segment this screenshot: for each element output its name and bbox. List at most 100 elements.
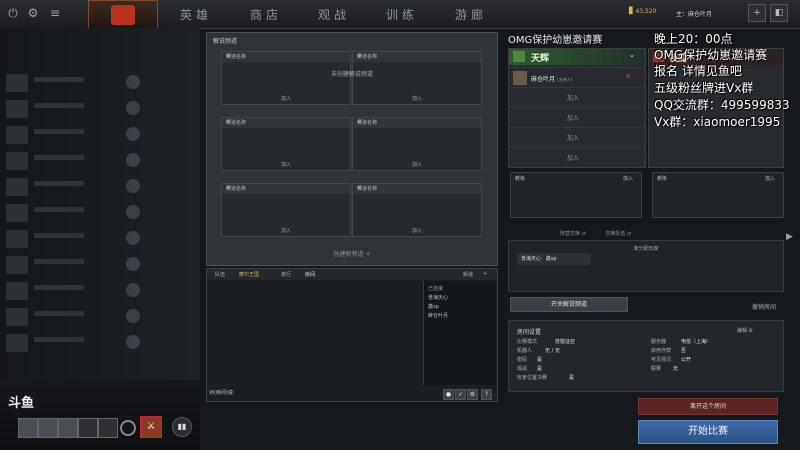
spectator-panel-title: 解说频道 bbox=[213, 38, 238, 45]
list-item[interactable] bbox=[6, 280, 192, 302]
coach-slot-radiant[interactable]: 教练 加入 bbox=[510, 172, 642, 218]
avatar[interactable] bbox=[58, 418, 78, 438]
list-item[interactable]: 普海天心 鑫sp bbox=[517, 253, 591, 265]
list-item[interactable]: 普海天心 bbox=[428, 294, 448, 301]
join-slot-button[interactable]: 加入 bbox=[567, 93, 579, 102]
avatar[interactable] bbox=[18, 418, 38, 438]
avatar[interactable] bbox=[38, 418, 58, 438]
swap-icon[interactable]: ⇄ bbox=[627, 231, 631, 237]
gear-icon[interactable]: ⚙ bbox=[226, 53, 346, 59]
list-item[interactable] bbox=[6, 98, 192, 120]
coach-slot-dire[interactable]: 教练 加入 bbox=[652, 172, 784, 218]
dota-logo-button[interactable] bbox=[88, 0, 158, 30]
create-channel-button[interactable]: 创建新频道 + bbox=[207, 249, 497, 258]
menu-icon[interactable]: ≡ bbox=[48, 6, 62, 20]
gear-icon[interactable]: ⚙ bbox=[226, 185, 346, 191]
nav-arcade[interactable]: 游廊 bbox=[455, 6, 487, 23]
start-game-button[interactable]: 开始比赛 bbox=[638, 420, 778, 444]
join-slot-button[interactable]: 加入 bbox=[567, 153, 579, 162]
list-item[interactable] bbox=[6, 332, 192, 354]
player-slot[interactable]: 加入 bbox=[509, 127, 645, 148]
join-slot-button[interactable]: 加入 bbox=[567, 133, 579, 142]
nav-watch[interactable]: 观战 bbox=[318, 6, 350, 23]
settings-icon[interactable]: ⚙ bbox=[467, 389, 478, 400]
plus-button[interactable]: + bbox=[748, 4, 766, 22]
player-name-text: 麻仓叶月 bbox=[531, 76, 556, 83]
leave-room-button[interactable]: 离开这个房间 bbox=[638, 398, 778, 415]
join-coach-button[interactable]: 加入 bbox=[765, 175, 775, 182]
nav-store[interactable]: 商店 bbox=[250, 6, 282, 23]
toggle-spectator-channel-button[interactable]: 开关解说频道 bbox=[510, 297, 628, 312]
channels-button[interactable]: 频道 bbox=[463, 271, 473, 278]
nav-heroes[interactable]: 英雄 bbox=[180, 6, 212, 23]
player-slot[interactable]: 加入 bbox=[509, 107, 645, 128]
list-item[interactable] bbox=[6, 124, 192, 146]
lobby-tab-button[interactable]: ◧ bbox=[770, 4, 788, 22]
list-item[interactable]: 鑫sp bbox=[428, 303, 439, 310]
unassigned-player-name: 鑫sp bbox=[545, 256, 557, 262]
gear-icon[interactable]: ⚙ bbox=[357, 53, 477, 59]
swap-icon[interactable]: ⇄ bbox=[582, 231, 586, 237]
scroll-right-icon[interactable]: ▶ bbox=[786, 232, 793, 242]
cancel-room-button[interactable]: 撤销房间 bbox=[752, 302, 776, 311]
tab-party[interactable]: 旅行 bbox=[281, 271, 291, 278]
emoji-icon[interactable]: ● bbox=[443, 389, 454, 400]
power-icon[interactable]: ⏻ bbox=[6, 6, 20, 20]
list-item[interactable] bbox=[6, 150, 192, 172]
join-button[interactable]: 加入 bbox=[222, 227, 350, 234]
avatar[interactable] bbox=[98, 418, 118, 438]
chat-input[interactable]: 对(房间)说: bbox=[209, 389, 439, 399]
tab-guild[interactable]: 摩尔王国 bbox=[239, 271, 259, 278]
name-placeholder bbox=[34, 129, 84, 134]
gear-icon[interactable]: ⚙ bbox=[226, 119, 346, 125]
help-icon[interactable]: ? bbox=[481, 389, 492, 400]
list-item[interactable] bbox=[6, 306, 192, 328]
kick-icon[interactable]: ✕ bbox=[625, 72, 632, 81]
join-button[interactable]: 加入 bbox=[353, 161, 481, 168]
plus-icon[interactable]: + bbox=[483, 271, 487, 277]
channel-slot[interactable]: 频道名称 ⚙ 加入 bbox=[352, 183, 482, 237]
settings-gear-icon[interactable]: ⚙ bbox=[26, 6, 40, 20]
list-item[interactable] bbox=[6, 72, 192, 94]
join-button[interactable]: 加入 bbox=[222, 161, 350, 168]
tab-team[interactable]: 队伍 bbox=[215, 271, 225, 278]
hero-icon[interactable]: ⚔ bbox=[140, 416, 162, 438]
list-item[interactable] bbox=[6, 176, 192, 198]
player-slot[interactable]: 麻仓叶月 (主持人) ✕ bbox=[509, 67, 645, 88]
swap-sides-button[interactable]: 阵营交换 bbox=[560, 231, 580, 237]
join-button[interactable]: 加入 bbox=[353, 227, 481, 234]
join-button[interactable]: 加入 bbox=[222, 95, 350, 102]
channel-slot[interactable]: 频道名称 ⚙ 加入 bbox=[221, 183, 351, 237]
list-item[interactable]: 麻仓叶月 bbox=[428, 312, 448, 319]
player-slot[interactable]: 加入 bbox=[509, 87, 645, 108]
record-icon[interactable] bbox=[120, 420, 136, 436]
list-item[interactable] bbox=[6, 228, 192, 250]
gold-counter[interactable]: ▮ 43,520 bbox=[628, 5, 668, 23]
check-icon[interactable]: ✓ bbox=[455, 389, 466, 400]
channel-slot[interactable]: 频道名称 ⚙ 加入 bbox=[352, 51, 482, 105]
swap-teams-button[interactable]: 交换队伍 bbox=[605, 231, 625, 237]
setting-label: 服务器 bbox=[651, 339, 667, 345]
player-slot[interactable]: 加入 bbox=[509, 147, 645, 168]
create-channel-label: 创建新频道 bbox=[333, 251, 364, 258]
tab-room[interactable]: 房间 bbox=[305, 271, 315, 278]
gear-icon[interactable]: ⚙ bbox=[357, 185, 477, 191]
edit-settings-button[interactable]: 编辑 ⚙ bbox=[737, 327, 753, 334]
nav-learn[interactable]: 训练 bbox=[386, 6, 418, 23]
avatar[interactable] bbox=[78, 418, 98, 438]
chat-panel: 队伍 摩尔王国 旅行 房间 频道 + 已连接 普海天心 鑫sp 麻仓叶月 对(房… bbox=[206, 268, 498, 402]
host-tag: (主持人) bbox=[556, 77, 573, 82]
chevron-down-icon[interactable]: ⌄ bbox=[629, 51, 635, 59]
channel-slot[interactable]: 频道名称 ⚙ 加入 bbox=[352, 117, 482, 171]
join-coach-button[interactable]: 加入 bbox=[623, 175, 633, 182]
join-button[interactable]: 加入 bbox=[353, 95, 481, 102]
overlay-line: 晚上20：00点 bbox=[654, 32, 733, 46]
gear-icon[interactable]: ⚙ bbox=[357, 119, 477, 125]
list-item[interactable] bbox=[6, 202, 192, 224]
list-item[interactable] bbox=[6, 254, 192, 276]
join-slot-button[interactable]: 加入 bbox=[567, 113, 579, 122]
channel-slot[interactable]: 频道名称 ⚙ 加入 bbox=[221, 51, 351, 105]
edit-label: 编辑 bbox=[737, 328, 748, 334]
party-icon[interactable]: ▮▮ bbox=[172, 417, 192, 437]
channel-slot[interactable]: 频道名称 ⚙ 加入 bbox=[221, 117, 351, 171]
